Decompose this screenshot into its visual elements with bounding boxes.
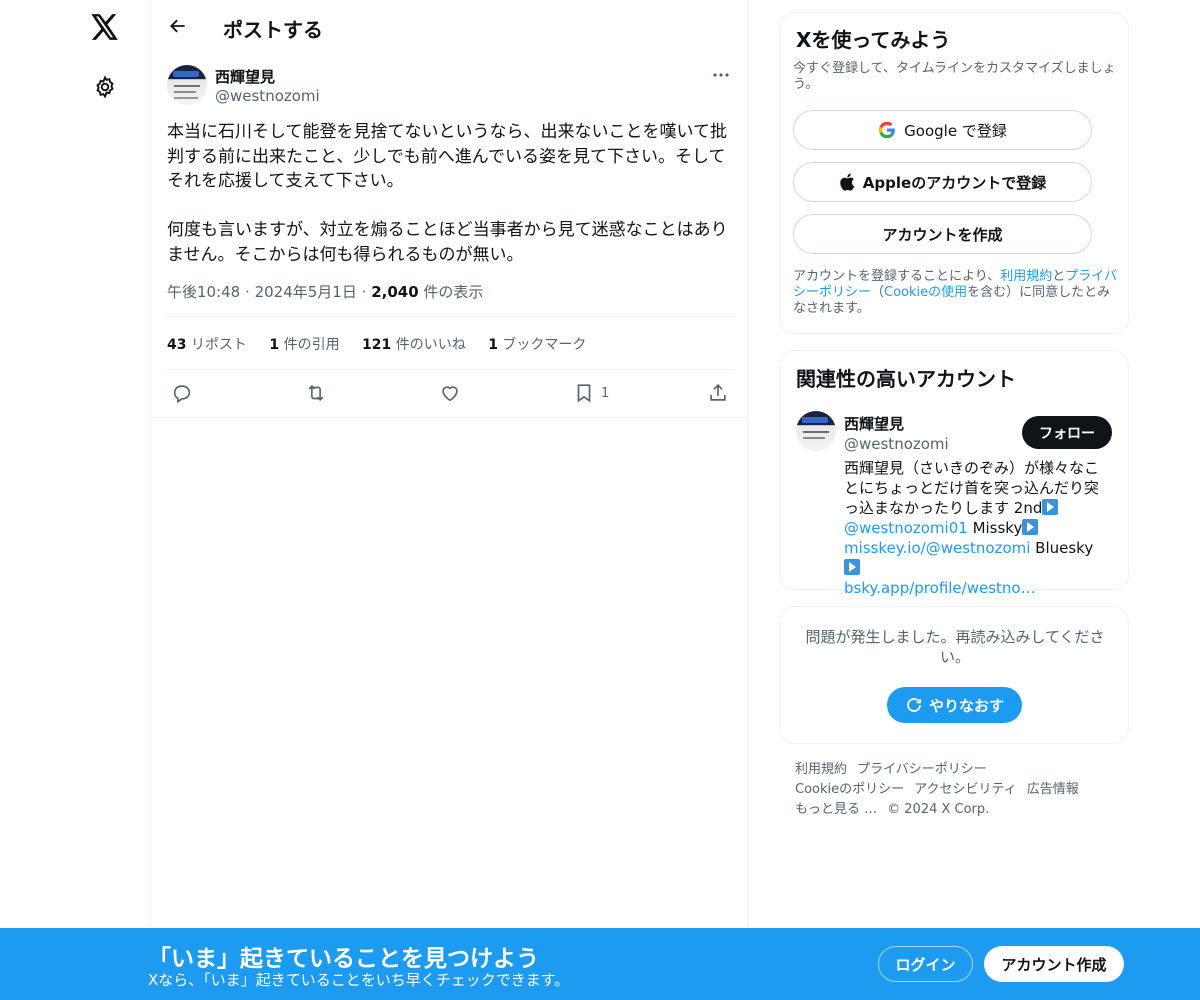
post-text: 本当に石川そして能登を見捨てないというなら、出来ないことを嘆いて批判する前に出来… — [167, 122, 728, 265]
related-accounts-card: 関連性の高いアカウント 西輝望見 @westnozomi フォロー 西輝望見（さ… — [779, 350, 1129, 597]
footer-link[interactable]: プライバシーポリシー — [857, 762, 987, 777]
arrow-left-icon[interactable] — [165, 13, 191, 39]
gear-icon[interactable] — [90, 72, 120, 102]
related-title: 関連性の高いアカウント — [796, 367, 1016, 391]
signup-title: Xを使ってみよう — [796, 28, 951, 52]
bio-link[interactable]: @westnozomi01 — [844, 519, 968, 537]
views-label: 件の表示 — [423, 283, 484, 301]
follow-button[interactable]: フォロー — [1022, 416, 1112, 449]
bio-text: 西輝望見（さいきのぞみ）が様々なことにちょっとだけ首を突っ込んだり突っ込まなかっ… — [844, 459, 1100, 517]
banner-subtitle: Xなら、「いま」起きていることをいち早くチェックできます。 — [148, 971, 570, 989]
legal-prefix: アカウントを登録することにより、 — [793, 269, 1001, 284]
more-icon[interactable] — [709, 65, 733, 85]
divider — [167, 316, 735, 317]
create-account-button[interactable]: アカウントを作成 — [793, 214, 1092, 254]
terms-link[interactable]: 利用規約 — [1000, 269, 1052, 284]
quotes-stat[interactable]: 1 件の引用 — [269, 337, 339, 353]
post-meta: 午後10:48 · 2024年5月1日 · 2,040 件の表示 — [167, 281, 483, 302]
apple-signup-label: Appleのアカウントで登録 — [862, 173, 1047, 192]
share-icon[interactable] — [707, 380, 729, 406]
heart-icon[interactable] — [439, 380, 461, 406]
bio-text: Bluesky — [1030, 539, 1094, 557]
views-count: 2,040 — [371, 283, 419, 301]
google-icon — [878, 121, 896, 139]
banner-title: 「いま」起きていることを見つけよう — [148, 946, 539, 972]
footer-link[interactable]: アクセシビリティ — [914, 782, 1017, 797]
related-handle[interactable]: @westnozomi — [844, 435, 949, 453]
legal-and: と — [1052, 269, 1066, 284]
divider — [151, 417, 749, 418]
bio-link[interactable]: misskey.io/@westnozomi — [844, 539, 1030, 557]
apple-icon — [840, 173, 855, 191]
copyright: © 2024 X Corp. — [887, 802, 990, 817]
repost-icon[interactable] — [305, 380, 327, 406]
play-icon — [844, 559, 860, 575]
retry-label: やりなおす — [928, 696, 1004, 715]
footer-link[interactable]: もっと見る … — [795, 802, 877, 817]
google-signup-label: Google で登録 — [904, 121, 1007, 140]
reposts-stat[interactable]: 43 リポスト — [167, 337, 247, 353]
avatar[interactable] — [167, 65, 207, 105]
footer-links: 利用規約 プライバシーポリシー Cookieのポリシー アクセシビリティ 広告情報 も… — [795, 760, 1125, 820]
related-bio: 西輝望見（さいきのぞみ）が様々なことにちょっとだけ首を突っ込んだり突っ込まなかっ… — [844, 458, 1106, 598]
play-icon — [1022, 519, 1039, 535]
bookmark-icon — [577, 384, 591, 403]
bio-link[interactable]: bsky.app/profile/westno… — [844, 579, 1036, 597]
bookmark-button[interactable]: 1 — [573, 380, 609, 406]
post-author: 西輝望見 @westnozomi — [167, 65, 735, 107]
page-title: ポストする — [223, 18, 323, 42]
create-account-label: アカウントを作成 — [882, 225, 1003, 244]
bookmarks-stat[interactable]: 1 ブックマーク — [488, 337, 586, 353]
error-card: 問題が発生しました。再読み込みしてください。 やりなおす — [779, 606, 1129, 744]
related-name[interactable]: 西輝望見 — [844, 413, 904, 434]
reply-icon[interactable] — [171, 380, 193, 406]
divider — [167, 369, 735, 370]
refresh-icon — [907, 698, 921, 712]
login-banner: 「いま」起きていることを見つけよう Xなら、「いま」起きていることをいち早くチェ… — [0, 928, 1200, 1000]
likes-stat[interactable]: 121 件のいいね — [362, 337, 466, 353]
post-time[interactable]: 午後10:48 — [167, 283, 240, 301]
bookmark-count: 1 — [601, 385, 610, 401]
login-button[interactable]: ログイン — [878, 946, 973, 982]
avatar[interactable] — [796, 411, 836, 451]
legal-text: アカウントを登録することにより、利用規約とプライバシーポリシー（Cookieの使… — [793, 269, 1118, 317]
post-actions: 1 — [167, 380, 735, 408]
author-name[interactable]: 西輝望見 — [215, 66, 275, 87]
signup-card: Xを使ってみよう 今すぐ登録して、タイムラインをカスタマイズしましょう。 Goo… — [779, 12, 1129, 334]
error-message: 問題が発生しました。再読み込みしてください。 — [805, 628, 1105, 666]
main-column: ポストする 西輝望見 @westnozomi 本当に石川そして能登を見捨てないと… — [150, 0, 749, 1000]
footer-link[interactable]: 利用規約 — [795, 762, 847, 777]
left-nav — [0, 0, 150, 1000]
footer-link[interactable]: Cookieのポリシー — [795, 782, 904, 797]
footer-link[interactable]: 広告情報 — [1027, 782, 1079, 797]
post-stats: 43 リポスト 1 件の引用 121 件のいいね 1 ブックマーク — [167, 334, 604, 354]
author-handle[interactable]: @westnozomi — [215, 87, 320, 105]
top-bar: ポストする — [151, 0, 749, 53]
google-signup-button[interactable]: Google で登録 — [793, 110, 1092, 150]
x-logo-icon[interactable] — [88, 10, 122, 44]
apple-signup-button[interactable]: Appleのアカウントで登録 — [793, 162, 1092, 202]
play-icon — [1042, 499, 1059, 515]
signup-button[interactable]: アカウント作成 — [984, 946, 1124, 982]
meta-separator: · — [361, 283, 367, 301]
post-date[interactable]: 2024年5月1日 — [255, 283, 357, 301]
signup-subtitle: 今すぐ登録して、タイムラインをカスタマイズしましょう。 — [793, 61, 1116, 92]
meta-separator: · — [245, 283, 250, 301]
bio-text: Missky — [967, 519, 1023, 537]
retry-button[interactable]: やりなおす — [887, 687, 1022, 723]
cookie-link[interactable]: Cookieの使用 — [884, 285, 967, 300]
legal-open: （ — [871, 285, 885, 300]
